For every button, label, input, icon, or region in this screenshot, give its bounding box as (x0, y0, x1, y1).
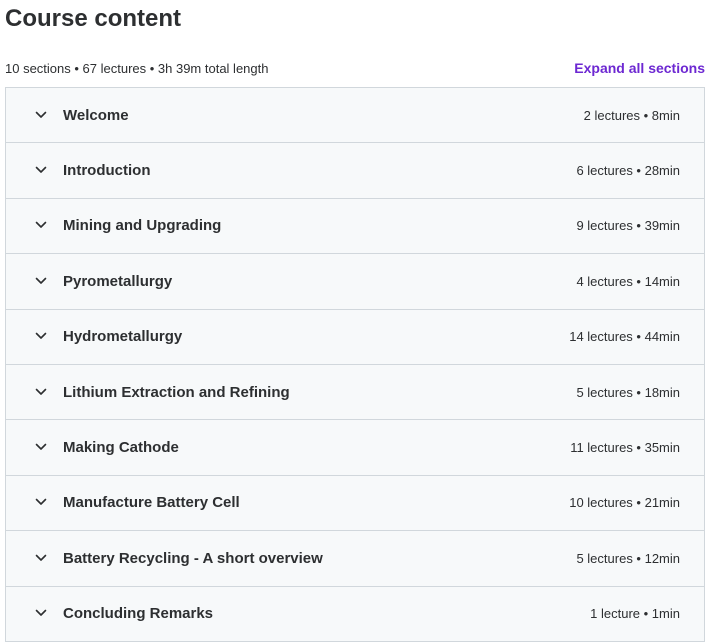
section-title: Introduction (63, 162, 151, 180)
page-title: Course content (5, 5, 182, 32)
chevron-down-icon (34, 440, 48, 454)
chevron-down-icon (34, 163, 48, 177)
section-info: 5 lectures • 12min (576, 550, 680, 566)
section-info: 2 lectures • 8min (583, 107, 680, 123)
section-title: Pyrometallurgy (63, 272, 173, 290)
chevron-down-icon (34, 385, 48, 399)
section-header[interactable]: Hydrometallurgy 14 lectures • 44min (6, 309, 704, 365)
expand-all-sections-button[interactable]: Expand all sections (574, 60, 705, 76)
chevron-down-icon (34, 218, 48, 232)
section-header[interactable]: Welcome 2 lectures • 8min (6, 88, 704, 144)
section-info: 6 lectures • 28min (576, 163, 680, 179)
section-info: 5 lectures • 18min (576, 384, 680, 400)
section-header[interactable]: Lithium Extraction and Refining 5 lectur… (6, 364, 704, 421)
section-header[interactable]: Introduction 6 lectures • 28min (6, 143, 704, 199)
chevron-down-icon (34, 551, 48, 565)
course-meta-row: 10 sections • 67 lectures • 3h 39m total… (5, 58, 705, 78)
section-info: 10 lectures • 21min (569, 495, 680, 511)
section-info: 4 lectures • 14min (576, 273, 680, 289)
section-header[interactable]: Pyrometallurgy 4 lectures • 14min (6, 254, 704, 310)
section-info: 14 lectures • 44min (569, 329, 680, 345)
section-header[interactable]: Manufacture Battery Cell 10 lectures • 2… (6, 475, 704, 532)
section-title: Making Cathode (63, 439, 179, 457)
section-title: Battery Recycling - A short overview (63, 549, 323, 567)
section-title: Mining and Upgrading (63, 217, 222, 235)
section-title: Hydrometallurgy (63, 328, 183, 346)
section-info: 1 lecture • 1min (590, 606, 680, 622)
section-header[interactable]: Concluding Remarks 1 lecture • 1min (6, 586, 704, 642)
section-info: 9 lectures • 39min (576, 218, 680, 234)
section-list: Welcome 2 lectures • 8min Introduction 6… (5, 87, 705, 642)
section-title: Concluding Remarks (63, 605, 214, 623)
section-header[interactable]: Making Cathode 11 lectures • 35min (6, 420, 704, 476)
section-header[interactable]: Mining and Upgrading 9 lectures • 39min (6, 198, 704, 255)
chevron-down-icon (34, 274, 48, 288)
chevron-down-icon (34, 606, 48, 620)
section-title: Welcome (63, 106, 129, 124)
section-info: 11 lectures • 35min (570, 440, 680, 456)
course-summary: 10 sections • 67 lectures • 3h 39m total… (5, 60, 269, 76)
section-header[interactable]: Battery Recycling - A short overview 5 l… (6, 531, 704, 587)
chevron-down-icon (34, 495, 48, 509)
chevron-down-icon (34, 329, 48, 343)
chevron-down-icon (34, 108, 48, 122)
section-title: Manufacture Battery Cell (63, 494, 240, 512)
section-title: Lithium Extraction and Refining (63, 383, 290, 401)
